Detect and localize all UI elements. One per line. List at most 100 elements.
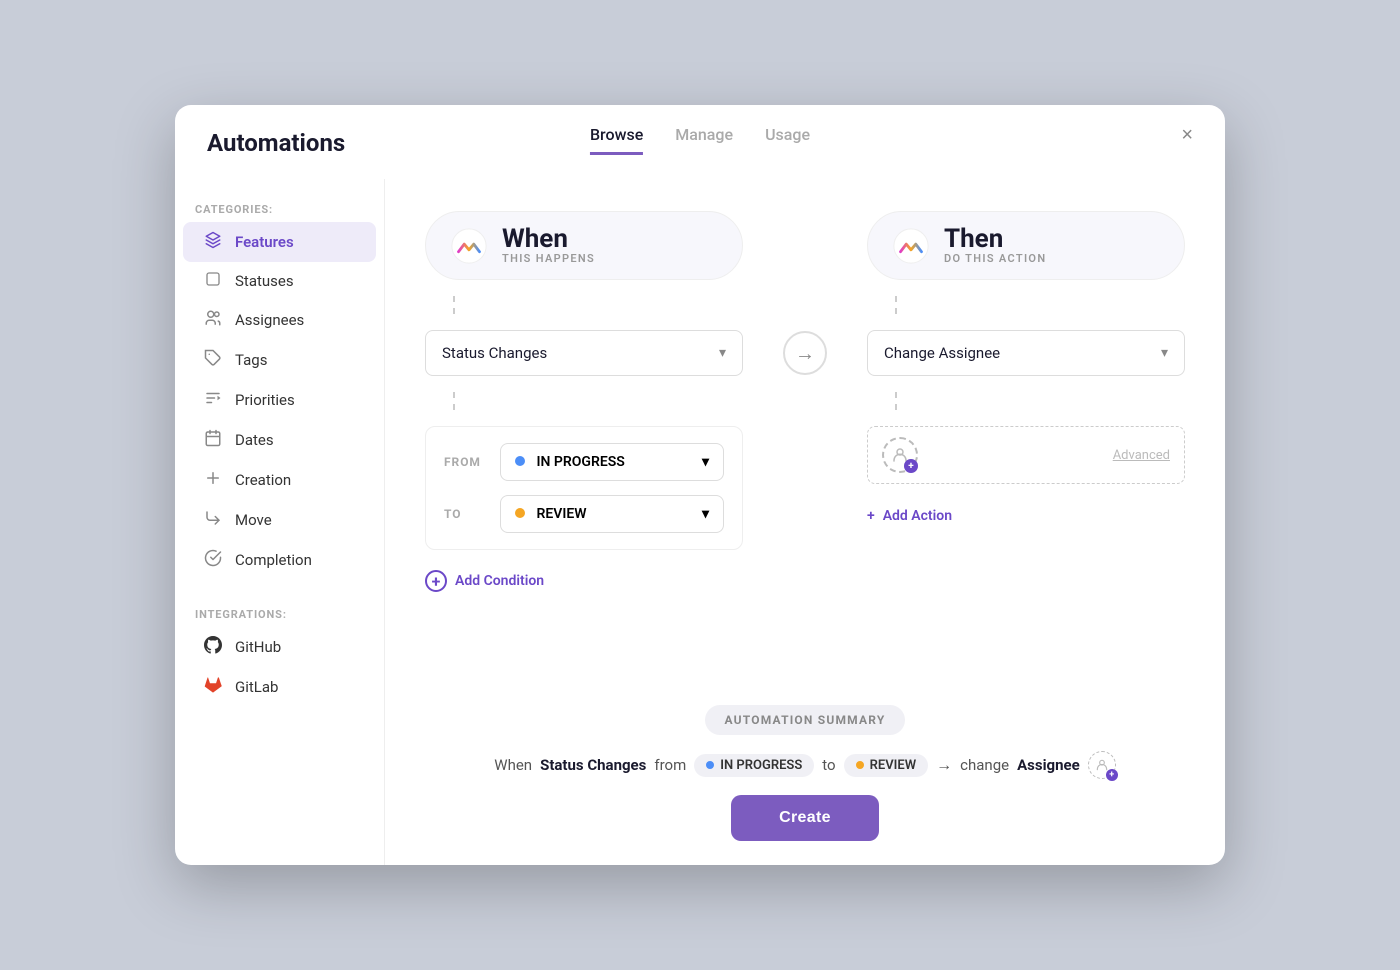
summary-person-icon [1095, 758, 1109, 772]
sidebar-item-completion[interactable]: Completion [183, 540, 376, 580]
to-condition-row: TO REVIEW ▾ [444, 495, 724, 533]
clickup-logo-then [892, 227, 930, 265]
sidebar-item-creation[interactable]: Creation [183, 460, 376, 500]
to-status-content: REVIEW [515, 506, 587, 522]
connector-line-2 [453, 392, 743, 410]
sidebar-item-github[interactable]: GitHub [183, 627, 376, 667]
close-button[interactable]: × [1181, 125, 1193, 145]
assignees-icon [203, 309, 223, 331]
arrow-connector: → [783, 211, 827, 375]
from-status-content: IN PROGRESS [515, 454, 625, 470]
summary-review-badge: REVIEW [844, 754, 929, 777]
when-column: When This Happens Status Changes ▾ [425, 211, 743, 592]
sidebar-item-dates[interactable]: Dates [183, 420, 376, 460]
when-header-text: When This Happens [502, 226, 595, 265]
to-status-text: REVIEW [536, 506, 586, 522]
statuses-icon [203, 271, 223, 291]
from-status-dropdown[interactable]: IN PROGRESS ▾ [500, 443, 724, 481]
sidebar-item-completion-label: Completion [235, 551, 312, 569]
rule-builder: When This Happens Status Changes ▾ [425, 211, 1185, 592]
sidebar-item-assignees[interactable]: Assignees [183, 300, 376, 340]
dates-icon [203, 429, 223, 451]
move-icon [203, 509, 223, 531]
integrations-label: Integrations: [175, 600, 384, 627]
add-condition-label: Add Condition [455, 573, 544, 589]
to-chevron-icon: ▾ [702, 506, 709, 522]
tab-browse[interactable]: Browse [590, 125, 643, 155]
main-content: When This Happens Status Changes ▾ [385, 179, 1225, 865]
sidebar-item-priorities[interactable]: Priorities [183, 380, 376, 420]
categories-label: Categories: [175, 195, 384, 222]
add-action-plus-icon: + [867, 508, 875, 524]
sidebar-item-gitlab-label: GitLab [235, 678, 278, 696]
summary-change-text: change [960, 756, 1009, 774]
sidebar-item-move-label: Move [235, 511, 272, 529]
when-header-card: When This Happens [425, 211, 743, 280]
summary-plus-badge: + [1106, 769, 1118, 781]
then-column: Then Do This Action Change Assignee ▾ [867, 211, 1185, 524]
trigger-dropdown[interactable]: Status Changes ▾ [425, 330, 743, 376]
tags-icon [203, 349, 223, 371]
automation-summary-section: Automation Summary When Status Changes f… [425, 705, 1185, 841]
priorities-icon [203, 389, 223, 411]
clickup-logo-when [450, 227, 488, 265]
sidebar-item-gitlab[interactable]: GitLab [183, 667, 376, 707]
connector-line-1 [453, 296, 743, 314]
then-header-text: Then Do This Action [944, 226, 1046, 265]
trigger-chevron-icon: ▾ [719, 345, 726, 361]
creation-icon [203, 469, 223, 491]
action-chevron-icon: ▾ [1161, 345, 1168, 361]
tab-usage[interactable]: Usage [765, 125, 810, 155]
summary-assignee-icon: + [1088, 751, 1116, 779]
sidebar-item-statuses[interactable]: Statuses [183, 262, 376, 300]
summary-text: When Status Changes from IN PROGRESS to … [494, 751, 1115, 779]
from-status-text: IN PROGRESS [536, 454, 624, 470]
add-action-button[interactable]: + Add Action [867, 508, 1185, 524]
sidebar-item-tags-label: Tags [235, 351, 267, 369]
features-icon [203, 231, 223, 253]
from-label: FROM [444, 455, 488, 469]
to-status-dropdown[interactable]: REVIEW ▾ [500, 495, 724, 533]
when-sub-label: This Happens [502, 252, 595, 265]
modal-title: Automations [207, 129, 345, 157]
add-condition-button[interactable]: + Add Condition [425, 570, 743, 592]
sidebar-item-github-label: GitHub [235, 638, 281, 656]
summary-review-dot [856, 761, 864, 769]
arrow-circle-icon: → [783, 331, 827, 375]
sidebar: Categories: Features Statuses [175, 179, 385, 865]
tabs-container: Browse Manage Usage [590, 125, 810, 155]
sidebar-item-move[interactable]: Move [183, 500, 376, 540]
completion-icon [203, 549, 223, 571]
summary-trigger-text: Status Changes [540, 756, 646, 774]
summary-review-text: REVIEW [870, 758, 917, 773]
conditions-box: FROM IN PROGRESS ▾ TO [425, 426, 743, 550]
sidebar-item-features-label: Features [235, 233, 294, 251]
from-chevron-icon: ▾ [702, 454, 709, 470]
assignee-icon[interactable]: + [882, 437, 918, 473]
action-dropdown[interactable]: Change Assignee ▾ [867, 330, 1185, 376]
tab-manage[interactable]: Manage [675, 125, 733, 155]
assignee-row: + Advanced [867, 426, 1185, 484]
sidebar-item-assignees-label: Assignees [235, 311, 304, 329]
modal-body: Categories: Features Statuses [175, 179, 1225, 865]
gitlab-icon [203, 676, 223, 698]
summary-arrow-icon: → [936, 755, 952, 775]
then-sub-label: Do This Action [944, 252, 1046, 265]
trigger-selected-value: Status Changes [442, 344, 547, 362]
github-icon [203, 636, 223, 658]
to-status-dot [515, 508, 525, 518]
sidebar-item-features[interactable]: Features [183, 222, 376, 262]
modal-header: Automations Browse Manage Usage × [175, 105, 1225, 157]
sidebar-item-statuses-label: Statuses [235, 272, 294, 290]
sidebar-item-tags[interactable]: Tags [183, 340, 376, 380]
advanced-link[interactable]: Advanced [1113, 448, 1170, 463]
create-button[interactable]: Create [731, 795, 879, 841]
summary-from-text: from [654, 756, 686, 774]
when-main-label: When [502, 226, 595, 252]
add-condition-plus-icon: + [425, 570, 447, 592]
automations-modal: Automations Browse Manage Usage × Catego… [175, 105, 1225, 865]
add-action-label: Add Action [883, 508, 952, 524]
summary-to-text: to [822, 756, 835, 774]
from-condition-row: FROM IN PROGRESS ▾ [444, 443, 724, 481]
connector-line-4 [895, 392, 1185, 410]
